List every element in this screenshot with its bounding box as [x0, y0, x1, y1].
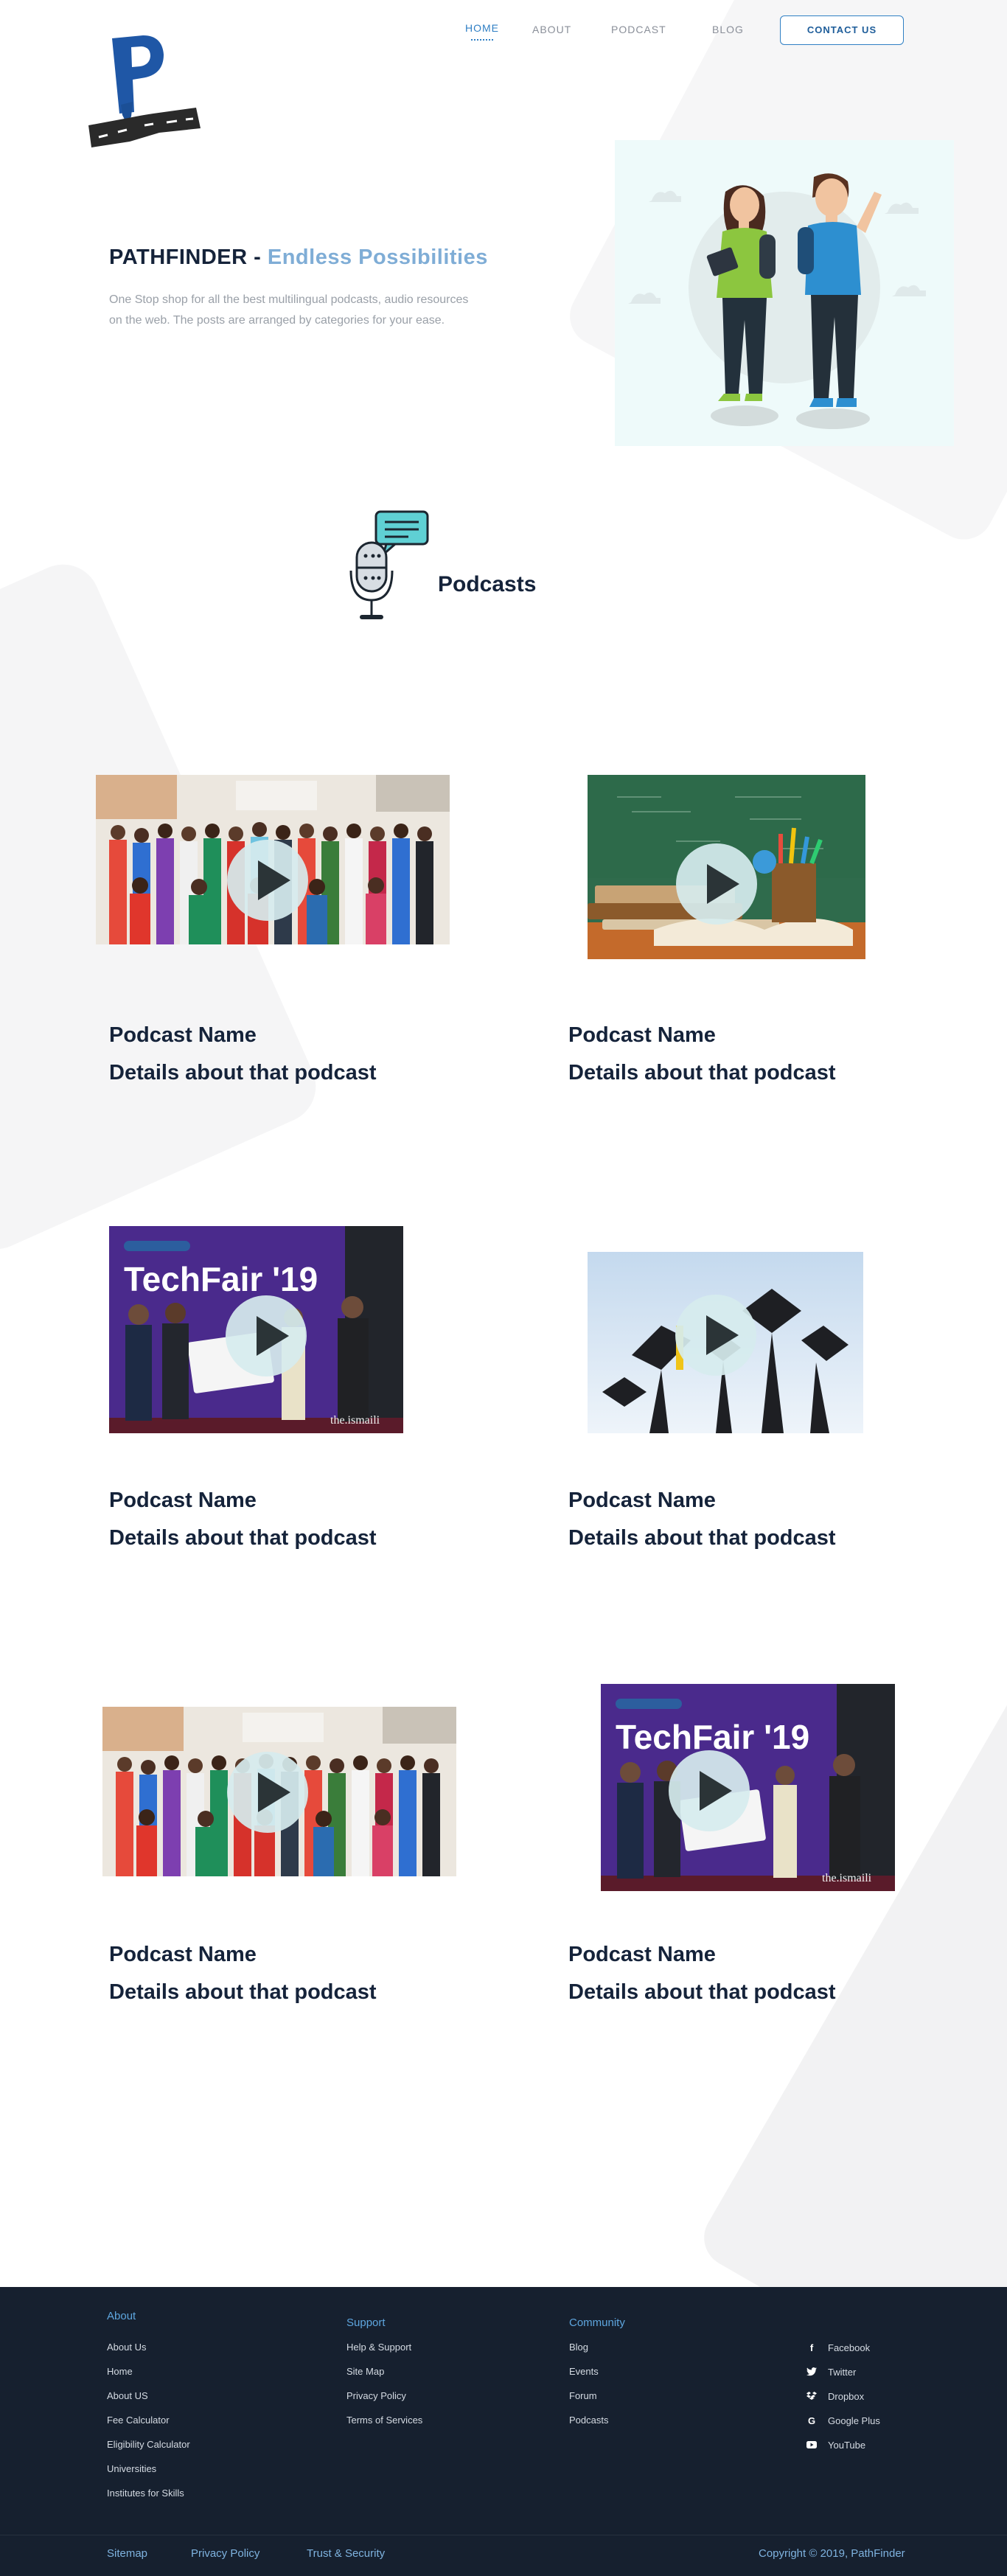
footer-link[interactable]: Podcasts [569, 2415, 608, 2426]
podcast-thumbnail[interactable] [588, 775, 865, 959]
social-label: Facebook [828, 2342, 871, 2353]
footer-trust-link[interactable]: Trust & Security [307, 2547, 385, 2560]
footer-link[interactable]: About Us [107, 2342, 146, 2353]
nav-about[interactable]: ABOUT [532, 24, 571, 35]
play-button[interactable] [676, 843, 757, 925]
footer-link[interactable]: Eligibility Calculator [107, 2439, 190, 2450]
students-illustration [615, 140, 954, 446]
nav-blog[interactable]: BLOG [712, 24, 744, 35]
pathfinder-logo[interactable] [86, 31, 203, 149]
footer-link[interactable]: Site Map [346, 2366, 384, 2377]
footer-link[interactable]: Forum [569, 2390, 597, 2401]
social-link-facebook[interactable]: f Facebook [806, 2342, 870, 2353]
watermark-text: the.ismaili [330, 1414, 380, 1427]
social-link-youtube[interactable]: YouTube [806, 2439, 865, 2451]
play-button[interactable] [227, 1752, 308, 1833]
play-button[interactable] [675, 1295, 756, 1376]
footer-sitemap-link[interactable]: Sitemap [107, 2547, 147, 2560]
footer-link[interactable]: Terms of Services [346, 2415, 422, 2426]
play-button[interactable] [669, 1750, 750, 1831]
podcast-name: Podcast Name [568, 1943, 716, 1966]
dropbox-icon [806, 2390, 818, 2402]
play-button[interactable] [226, 1295, 307, 1376]
watermark-text: the.ismaili [822, 1872, 872, 1884]
footer-link[interactable]: Home [107, 2366, 133, 2377]
podcast-thumbnail[interactable] [588, 1252, 863, 1433]
footer-heading-community: Community [569, 2316, 625, 2329]
facebook-icon: f [809, 2342, 814, 2353]
footer-heading-about: About [107, 2310, 136, 2322]
podcast-details: Details about that podcast [568, 1526, 836, 1550]
twitter-icon [806, 2366, 818, 2378]
social-link-twitter[interactable]: Twitter [806, 2366, 856, 2378]
nav-home[interactable]: HOME [465, 22, 499, 41]
podcast-name: Podcast Name [568, 1023, 716, 1047]
social-label: YouTube [828, 2439, 866, 2451]
podcast-name: Podcast Name [568, 1489, 716, 1512]
footer-privacy-link[interactable]: Privacy Policy [191, 2547, 259, 2560]
podcast-thumbnail[interactable] [102, 1707, 456, 1876]
hero-title-main: PATHFINDER - [109, 246, 262, 269]
contact-us-button[interactable]: CONTACT US [780, 15, 904, 45]
footer-link[interactable]: Fee Calculator [107, 2415, 170, 2426]
podcast-details: Details about that podcast [109, 1526, 377, 1550]
youtube-icon [806, 2439, 818, 2451]
footer-heading-support: Support [346, 2316, 386, 2329]
podcast-details: Details about that podcast [109, 1061, 377, 1085]
footer-link[interactable]: Universities [107, 2463, 156, 2474]
play-button[interactable] [227, 840, 308, 921]
page: HOME ABOUT PODCAST BLOG CONTACT US PATHF… [0, 0, 1007, 2576]
footer-link[interactable]: About US [107, 2390, 148, 2401]
hero-description-line: on the web. The posts are arranged by ca… [109, 314, 445, 327]
social-label: Dropbox [828, 2390, 865, 2402]
techfair-banner-text: TechFair '19 [124, 1260, 318, 1298]
podcast-microphone-icon [349, 510, 429, 619]
hero-description-line: One Stop shop for all the best multiling… [109, 293, 469, 306]
podcast-name: Podcast Name [109, 1943, 257, 1966]
hero-description: One Stop shop for all the best multiling… [109, 290, 566, 331]
social-link-dropbox[interactable]: Dropbox [806, 2390, 864, 2402]
footer-link[interactable]: Blog [569, 2342, 588, 2353]
social-label: Google Plus [828, 2415, 880, 2426]
nav-podcast[interactable]: PODCAST [611, 24, 666, 35]
hero-title: PATHFINDER - Endless Possibilities [109, 246, 488, 270]
footer-link[interactable]: Events [569, 2366, 599, 2377]
google-plus-icon: G [807, 2415, 816, 2426]
section-title-podcasts: Podcasts [438, 572, 537, 596]
podcast-thumbnail[interactable]: TechFair '19 the.ismaili [109, 1226, 403, 1433]
podcast-name: Podcast Name [109, 1023, 257, 1047]
podcast-details: Details about that podcast [568, 1980, 836, 2004]
copyright-text: Copyright © 2019, PathFinder [759, 2547, 905, 2560]
podcast-thumbnail[interactable] [96, 775, 450, 944]
podcast-name: Podcast Name [109, 1489, 257, 1512]
podcast-details: Details about that podcast [568, 1061, 836, 1085]
social-link-google-plus[interactable]: G Google Plus [806, 2415, 880, 2426]
podcast-thumbnail[interactable]: TechFair '19 the.ismaili [601, 1684, 895, 1891]
podcast-details: Details about that podcast [109, 1980, 377, 2004]
footer-link[interactable]: Privacy Policy [346, 2390, 406, 2401]
footer-link[interactable]: Institutes for Skills [107, 2488, 184, 2499]
social-label: Twitter [828, 2366, 857, 2378]
hero-title-accent: Endless Possibilities [267, 246, 488, 269]
footer-link[interactable]: Help & Support [346, 2342, 411, 2353]
